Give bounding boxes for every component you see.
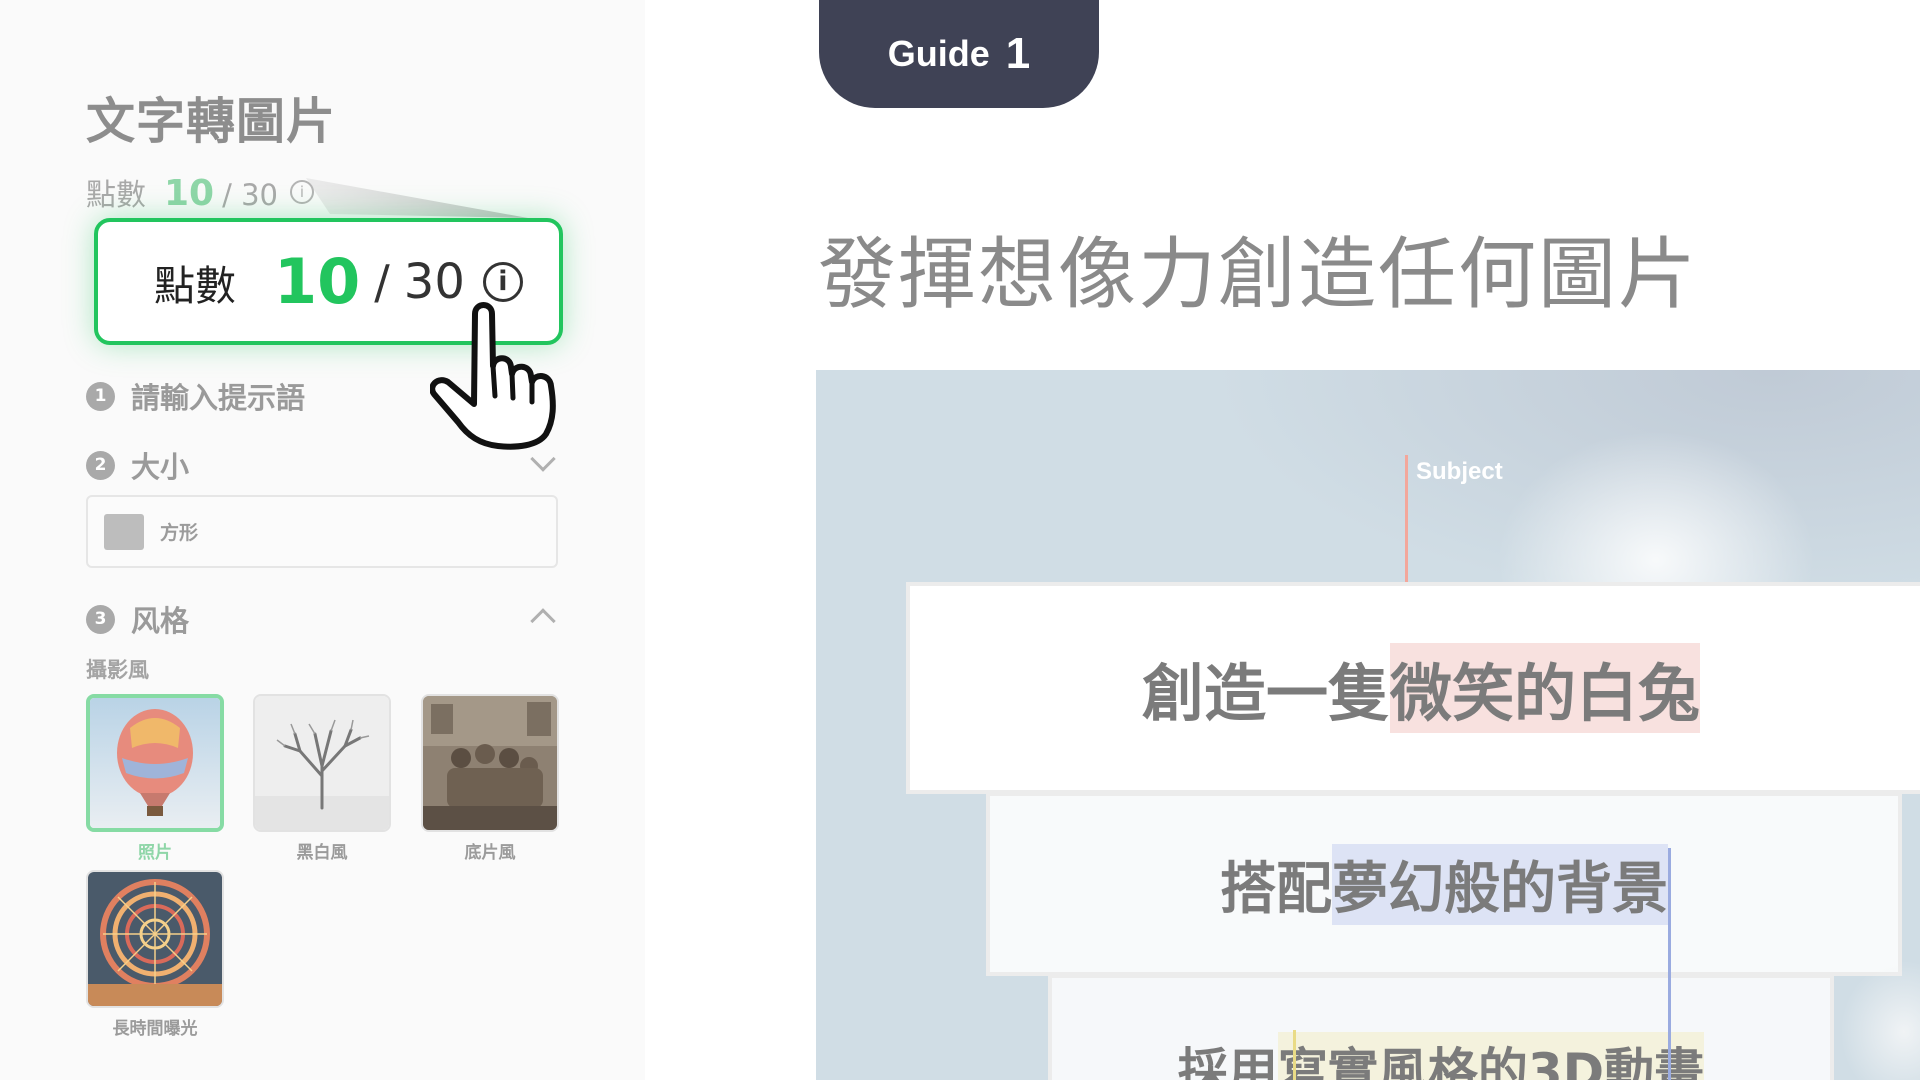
style-option-long-exposure[interactable] (86, 870, 224, 1008)
family-photo-image (423, 696, 557, 830)
style-group-label: 攝影風 (86, 658, 149, 682)
style-option-label: 長時間曝光 (112, 1019, 198, 1039)
points-callout-label: 點數 (154, 261, 236, 310)
points-indicator: 點數 10 / 30 i (86, 170, 314, 214)
points-callout-current: 10 (274, 245, 361, 318)
chevron-down-icon[interactable] (530, 446, 556, 472)
points-label: 點數 (86, 178, 146, 213)
hero-edge-shading (1840, 960, 1920, 1080)
guide-tab: Guide 1 (819, 0, 1099, 108)
style-option-label: 底片風 (464, 843, 516, 863)
hot-air-balloon-image (90, 698, 220, 828)
step-prompt[interactable]: 1 請輸入提示語 (86, 375, 305, 417)
step-label: 請輸入提示語 (131, 381, 306, 415)
square-icon (104, 513, 144, 550)
prompt-card-subject: 創造一隻 微笑的白兔 (906, 582, 1920, 794)
background-marker-line (1668, 848, 1671, 1080)
prompt-plain: 搭配 (1220, 856, 1332, 922)
info-icon[interactable]: i (482, 261, 523, 302)
style-option-photo[interactable] (86, 694, 224, 832)
prompt-highlight-background: 夢幻般的背景 (1332, 843, 1668, 925)
prompt-card-background: 搭配 夢幻般的背景 (986, 792, 1902, 976)
prompt-card-style: 採用 寫實風格的3D動畫 (1048, 974, 1834, 1080)
style-option-film[interactable] (421, 694, 559, 832)
step-style[interactable]: 3 风格 (86, 598, 189, 640)
info-icon[interactable]: i (290, 180, 314, 204)
points-current: 10 (164, 173, 215, 214)
step-label: 风格 (131, 604, 190, 638)
points-callout-separator: / (374, 254, 390, 309)
prompt-plain: 創造一隻 (1141, 657, 1390, 730)
step-number: 3 (86, 604, 115, 634)
size-select-value: 方形 (160, 522, 199, 544)
style-option-label: 照片 (138, 843, 172, 863)
guide-word: Guide (887, 33, 990, 74)
ferris-wheel-image (88, 872, 222, 1006)
step-number: 2 (86, 450, 115, 480)
tree-image (255, 696, 389, 830)
subject-label: Subject (1416, 458, 1503, 485)
step-number: 1 (86, 381, 115, 411)
style-marker-line (1293, 1030, 1296, 1080)
prompt-highlight-subject: 微笑的白兔 (1390, 643, 1701, 733)
step-label: 大小 (131, 450, 190, 484)
style-option-black-white[interactable] (253, 694, 391, 832)
left-panel: 文字轉圖片 點數 10 / 30 i 點數 10 / 30 i 1 請輸入提示語… (0, 0, 645, 1080)
prompt-highlight-style: 寫實風格的3D動畫 (1277, 1032, 1705, 1080)
points-total: / 30 (222, 178, 278, 212)
step-size[interactable]: 2 大小 (86, 444, 189, 486)
headline: 發揮想像力創造任何圖片 (818, 230, 1699, 320)
page-title: 文字轉圖片 (86, 93, 337, 150)
guide-number: 1 (1005, 29, 1031, 78)
chevron-up-icon[interactable] (530, 608, 556, 634)
prompt-plain: 採用 (1177, 1043, 1278, 1080)
style-option-label: 黑白風 (296, 843, 348, 863)
pointer-hand-icon (430, 302, 556, 450)
size-select[interactable]: 方形 (86, 495, 558, 568)
